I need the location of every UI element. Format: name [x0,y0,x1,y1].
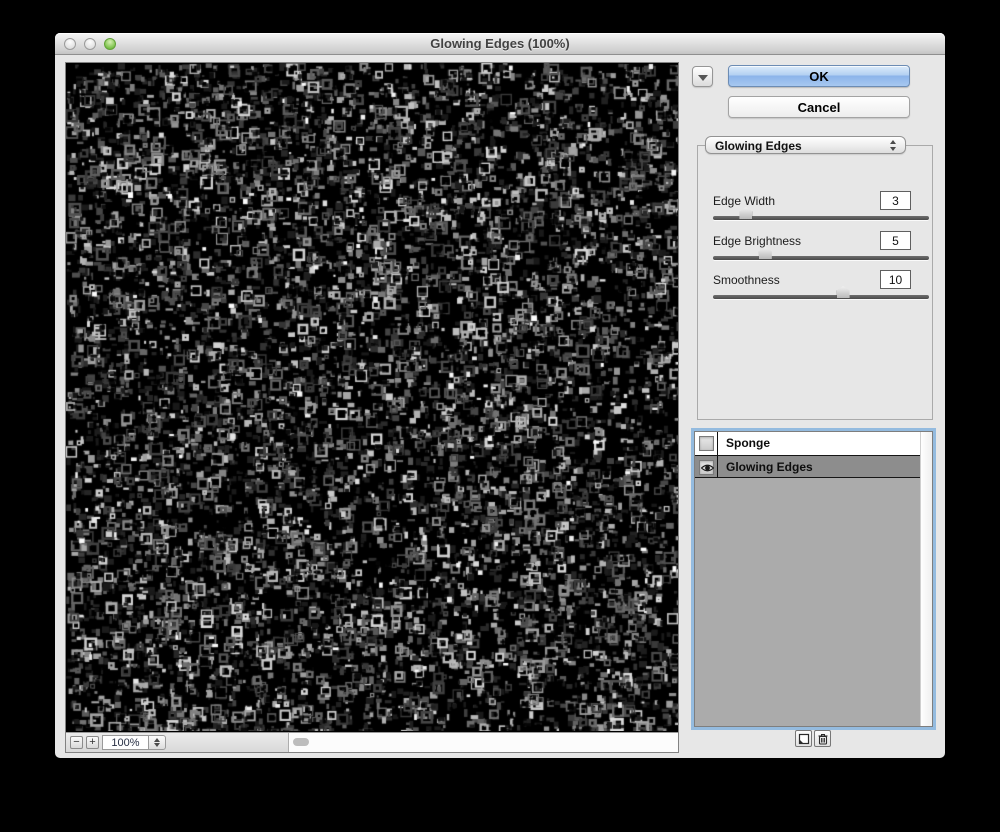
visibility-cell[interactable] [695,432,718,455]
edge-brightness-label: Edge Brightness [713,234,801,248]
chevron-down-icon [698,75,708,81]
filter-select-value: Glowing Edges [715,139,802,153]
titlebar[interactable]: Glowing Edges (100%) [55,33,945,55]
edge-width-slider[interactable] [713,216,929,220]
effect-layer-list[interactable]: Sponge Glowing Edges [694,431,933,727]
edge-brightness-slider-thumb[interactable] [759,247,772,259]
layer-row-sponge[interactable]: Sponge [695,432,920,455]
delete-effect-layer-button[interactable] [814,730,831,747]
visibility-toggle-empty[interactable] [699,436,714,451]
horizontal-scroll-thumb[interactable] [293,738,309,746]
list-scrollbar[interactable] [920,432,932,726]
layer-row-glowing-edges[interactable]: Glowing Edges [695,455,920,478]
smoothness-slider-thumb[interactable] [837,286,850,298]
zoom-out-button[interactable]: − [70,736,83,749]
edge-width-slider-thumb[interactable] [739,207,752,219]
edge-width-field[interactable] [880,191,911,210]
collapse-panel-button[interactable] [692,66,713,87]
filter-select[interactable]: Glowing Edges [705,136,906,154]
window-title: Glowing Edges (100%) [55,36,945,51]
filter-settings-group: Edge Width Edge Brightness Smoothness [697,145,933,420]
filter-preview-image[interactable] [66,63,678,731]
preview-pane: − + 100% [65,62,679,753]
cancel-button[interactable]: Cancel [728,96,910,118]
new-layer-icon [798,733,810,745]
zoom-in-button[interactable]: + [86,736,99,749]
preview-statusbar: − + 100% [66,732,678,752]
visibility-cell[interactable] [695,456,718,477]
layer-name: Sponge [726,436,770,450]
smoothness-slider[interactable] [713,295,929,299]
stepper-up-icon [154,738,160,742]
new-effect-layer-button[interactable] [795,730,812,747]
up-down-stepper-icon [889,139,898,152]
trash-icon [817,733,829,745]
edge-brightness-field[interactable] [880,231,911,250]
edge-brightness-slider[interactable] [713,256,929,260]
zoom-level-value[interactable]: 100% [102,735,148,750]
edge-width-label: Edge Width [713,194,775,208]
stepper-down-icon [154,743,160,747]
smoothness-field[interactable] [880,270,911,289]
zoom-level-stepper[interactable] [148,735,166,750]
horizontal-scrollbar[interactable] [288,733,678,752]
smoothness-label: Smoothness [713,273,780,287]
layer-name: Glowing Edges [726,460,813,474]
filter-gallery-dialog: Glowing Edges (100%) − + 100% OK Cancel … [55,33,945,758]
eye-icon[interactable] [699,460,714,475]
ok-button[interactable]: OK [728,65,910,87]
